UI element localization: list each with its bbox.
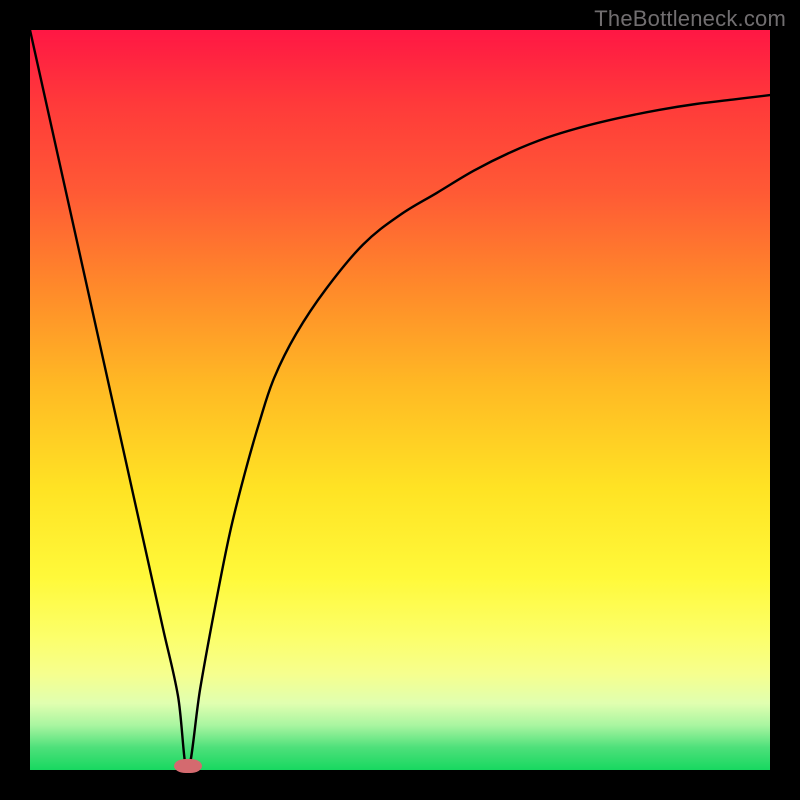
optimal-point-marker [174, 759, 202, 773]
watermark-text: TheBottleneck.com [594, 6, 786, 32]
bottleneck-curve [30, 30, 770, 770]
chart-frame: TheBottleneck.com [0, 0, 800, 800]
chart-plot-area [30, 30, 770, 770]
